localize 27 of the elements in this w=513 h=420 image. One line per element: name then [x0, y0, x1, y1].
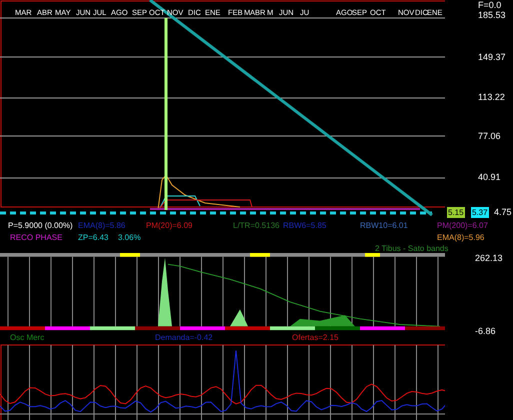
indicator-reading: RECO PHASE — [10, 233, 64, 243]
indicator-reading: L/TR=0.5136 — [233, 221, 280, 231]
axis-label: 262.13 — [475, 253, 503, 263]
axis-label: F=0.0 — [478, 0, 502, 10]
indicator-reading: Osc Merc — [10, 333, 46, 343]
indicator-reading: RBW10=6.01 — [360, 221, 409, 231]
price-tag: 5.37 — [471, 207, 489, 218]
indicator-reading: ZP=6.43 — [78, 233, 110, 243]
axis-label: 40.91 — [478, 172, 501, 182]
indicator-reading: RBW6=5.85 — [283, 221, 328, 231]
axis-label: 149.37 — [478, 52, 506, 62]
indicator-reading: EMA(8)=5.96 — [437, 233, 486, 243]
axis-label: 185.53 — [478, 10, 506, 20]
indicator-reading: 3.06% — [118, 233, 142, 243]
indicator-reading: PM(20)=6.09 — [146, 221, 194, 231]
indicator-reading: PM(200)=6.07 — [437, 221, 489, 231]
oscillator-area — [158, 258, 172, 326]
bands-title: 2 Tibus - Sato bands — [375, 244, 450, 254]
indicator-reading: P=5.9000 (0.00%) — [8, 221, 74, 231]
axis-label: 77.06 — [478, 131, 501, 141]
axis-label: 4.75 — [494, 207, 512, 217]
price-tag: 5.15 — [447, 207, 465, 218]
axis-label: 113.22 — [478, 92, 505, 102]
indicator-reading: Demanda=-0.42 — [155, 333, 214, 343]
axis-label: -6.86 — [475, 326, 496, 336]
indicator-reading: Ofertas=2.15 — [292, 333, 340, 343]
indicator-reading: EMA(8)=5.86 — [78, 221, 126, 231]
